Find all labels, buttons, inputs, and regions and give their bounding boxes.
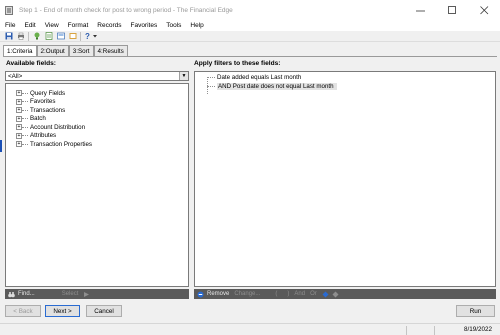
select-button[interactable]: Select	[62, 291, 79, 297]
tree-item-batch[interactable]: + Batch	[16, 115, 46, 123]
filters-pane: Date added equals Last month AND Post da…	[194, 71, 496, 287]
remove-button[interactable]: Remove	[207, 291, 229, 297]
status-date: 8/19/2022	[463, 326, 492, 333]
wizard-tabs: 1:Criteria 2:Output 3:Sort 4:Results	[3, 45, 128, 56]
tab-output[interactable]: 2:Output	[36, 45, 69, 56]
menu-edit[interactable]: Edit	[24, 22, 35, 29]
tree-item-label: Transactions	[30, 106, 66, 114]
filter-row-text: Date added equals Last month	[217, 74, 302, 81]
open-paren-button[interactable]: (	[275, 291, 277, 297]
status-divider	[434, 326, 435, 335]
tree-item-transactions[interactable]: + Transactions	[16, 106, 65, 114]
status-bar: 8/19/2022	[0, 323, 500, 335]
move-down-icon[interactable]	[332, 291, 339, 298]
tree-connector	[22, 109, 28, 111]
close-icon[interactable]	[468, 0, 500, 20]
tree-connector	[22, 143, 28, 145]
tree-connector	[22, 126, 28, 128]
filters-footer-bar: Remove Change... ( ) And Or	[194, 289, 496, 299]
fields-footer-bar: Find... Select	[5, 289, 189, 299]
svg-text:?: ?	[85, 32, 90, 40]
app-icon	[5, 5, 13, 15]
preview-icon[interactable]	[56, 32, 65, 41]
tree-item-label: Favorites	[30, 98, 56, 105]
toolbar: ?	[0, 31, 500, 42]
filter-row-text: AND Post date does not equal Last month	[217, 83, 337, 90]
menu-favorites[interactable]: Favorites	[130, 22, 157, 29]
tab-sort[interactable]: 3:Sort	[68, 45, 94, 56]
help-icon[interactable]: ?	[84, 32, 98, 41]
tree-item-label: Query Fields	[30, 89, 66, 97]
cancel-button[interactable]: Cancel	[86, 305, 122, 317]
back-button[interactable]: < Back	[5, 305, 41, 317]
tree-connector	[22, 118, 28, 119]
tree-connector	[22, 135, 28, 136]
focus-marker	[0, 140, 2, 152]
filter-row[interactable]: AND Post date does not equal Last month	[207, 82, 337, 91]
menu-format[interactable]: Format	[68, 22, 89, 29]
title-bar: Step 1 - End of month check for post to …	[0, 0, 500, 20]
tree-item-account-distribution[interactable]: + Account Distribution	[16, 123, 85, 131]
filter-row[interactable]: Date added equals Last month	[207, 73, 301, 82]
toolbar-separator	[28, 31, 29, 41]
toolbar-separator	[80, 31, 81, 41]
window-title: Step 1 - End of month check for post to …	[19, 6, 233, 14]
tree-item-transaction-properties[interactable]: + Transaction Properties	[16, 140, 92, 148]
menu-bar: File Edit View Format Records Favorites …	[0, 20, 500, 31]
print-icon[interactable]	[16, 32, 25, 41]
select-arrow-icon[interactable]	[83, 291, 90, 298]
tree-connector	[22, 92, 28, 94]
maximize-icon[interactable]	[436, 0, 468, 20]
tree-item-attributes[interactable]: + Attributes	[16, 132, 56, 140]
tab-criteria[interactable]: 1:Criteria	[3, 45, 37, 56]
close-paren-button[interactable]: )	[287, 291, 289, 297]
export-icon[interactable]	[44, 32, 53, 41]
status-divider	[406, 326, 407, 335]
filter-connector	[207, 77, 215, 78]
tree-item-label: Account Distribution	[30, 123, 86, 131]
change-button[interactable]: Change...	[234, 291, 260, 297]
next-button[interactable]: Next >	[45, 305, 80, 317]
menu-help[interactable]: Help	[190, 22, 203, 29]
tree-item-label: Transaction Properties	[30, 140, 93, 148]
tree-connector	[22, 101, 28, 102]
binoculars-icon[interactable]	[8, 291, 15, 298]
menu-tools[interactable]: Tools	[166, 22, 181, 29]
chevron-down-icon[interactable]: ▼	[179, 72, 188, 80]
fields-filter-select[interactable]: <All> ▼	[5, 71, 189, 81]
tab-divider	[3, 56, 497, 57]
tab-results[interactable]: 4:Results	[93, 45, 128, 56]
window-controls	[404, 0, 500, 20]
menu-records[interactable]: Records	[97, 22, 121, 29]
menu-file[interactable]: File	[5, 22, 15, 29]
tree-item-query-fields[interactable]: + Query Fields	[16, 89, 65, 97]
filter-connector	[207, 86, 215, 87]
tree-item-label: Attributes	[30, 132, 57, 139]
save-icon[interactable]	[4, 32, 13, 41]
and-button[interactable]: And	[294, 291, 305, 297]
fields-filter-value: <All>	[8, 72, 23, 80]
help-bulb-icon[interactable]	[32, 32, 41, 41]
remove-icon[interactable]	[197, 291, 204, 298]
apply-filters-label: Apply filters to these fields:	[194, 60, 281, 67]
minimize-icon[interactable]	[404, 0, 436, 20]
menu-view[interactable]: View	[45, 22, 59, 29]
available-fields-label: Available fields:	[6, 60, 56, 67]
tree-item-favorites[interactable]: + Favorites	[16, 98, 55, 106]
tree-item-label: Batch	[30, 115, 46, 122]
layout-icon[interactable]	[68, 32, 77, 41]
move-up-icon[interactable]	[322, 291, 329, 298]
run-button[interactable]: Run	[456, 305, 495, 317]
or-button[interactable]: Or	[310, 291, 317, 297]
available-fields-tree: + Query Fields + Favorites + Transactions +…	[5, 83, 189, 287]
find-button[interactable]: Find...	[18, 291, 35, 297]
